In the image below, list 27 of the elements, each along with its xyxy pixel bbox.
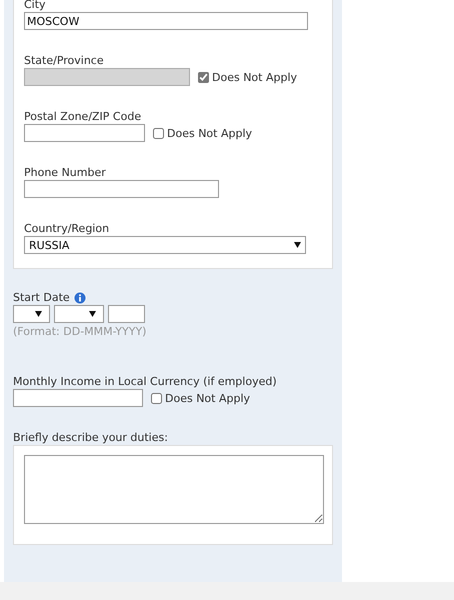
field-label: Briefly describe your duties: bbox=[13, 431, 169, 444]
input-field[interactable] bbox=[24, 180, 219, 198]
checkbox[interactable] bbox=[151, 392, 162, 404]
field-label: Monthly Income in Local Currency (if employed) bbox=[13, 375, 278, 388]
format-hint: (Format: DD-MMM-YYYY) bbox=[13, 325, 148, 338]
info-icon[interactable] bbox=[74, 292, 86, 304]
field-label: Phone Number bbox=[24, 166, 107, 179]
input-field[interactable]: MOSCOW bbox=[24, 12, 308, 30]
input-field[interactable] bbox=[24, 124, 145, 142]
year-field[interactable] bbox=[108, 305, 145, 323]
day-dropdown[interactable] bbox=[13, 305, 50, 323]
checkbox[interactable] bbox=[153, 128, 164, 138]
field-label: Start Date bbox=[13, 291, 70, 304]
field-label: Country/Region bbox=[24, 222, 110, 235]
input-field[interactable] bbox=[13, 389, 143, 407]
field-label: Postal Zone/ZIP Code bbox=[24, 110, 142, 123]
checkbox-label: Does Not Apply bbox=[165, 392, 250, 404]
checkbox-label: Does Not Apply bbox=[167, 126, 252, 140]
text-area[interactable] bbox=[24, 455, 324, 524]
caret-icon bbox=[35, 311, 42, 317]
month-dropdown[interactable] bbox=[54, 305, 104, 323]
caret-icon bbox=[89, 311, 96, 317]
field-label: State/Province bbox=[24, 54, 105, 67]
caret-icon bbox=[294, 242, 301, 248]
field-label: City bbox=[24, 0, 47, 11]
dropdown[interactable]: RUSSIA bbox=[24, 236, 306, 254]
checkbox-label: Does Not Apply bbox=[212, 70, 298, 84]
